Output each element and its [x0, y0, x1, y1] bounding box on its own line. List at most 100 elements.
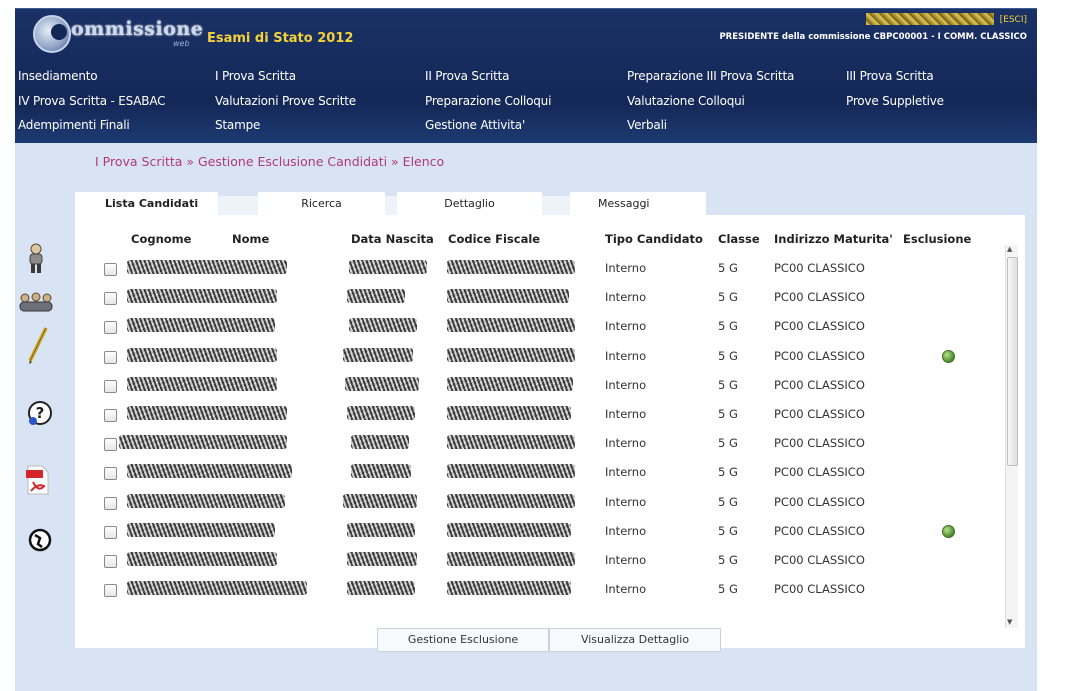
scrollbar-thumb[interactable] [1007, 257, 1018, 466]
cognome-redacted [127, 376, 277, 391]
col-header-indirizzo-maturita[interactable]: Indirizzo Maturita' [774, 232, 893, 246]
esclusione-check-icon [942, 349, 955, 363]
exam-title: Esami di Stato 2012 [207, 31, 354, 46]
cell-classe: 5 G [718, 465, 738, 480]
table-row[interactable]: Interno 5 G PC00 CLASSICO [75, 493, 1015, 522]
table-row[interactable]: Interno 5 G PC00 CLASSICO [75, 376, 1015, 405]
data-nascita-redacted [347, 289, 405, 304]
menu-adempimenti-finali[interactable]: Adempimenti Finali [18, 118, 130, 132]
col-header-classe[interactable]: Classe [718, 232, 760, 246]
visualizza-dettaglio-button[interactable]: Visualizza Dettaglio [549, 628, 721, 652]
cognome-redacted [119, 435, 287, 450]
app-logo[interactable]: ommissione web [33, 15, 203, 53]
cell-tipo-candidato: Interno [605, 582, 647, 597]
cognome-redacted [127, 406, 287, 420]
col-header-esclusione[interactable]: Esclusione [903, 232, 971, 246]
table-row[interactable]: Interno 5 G PC00 CLASSICO [75, 522, 1015, 551]
col-header-nome[interactable]: Nome [232, 232, 269, 246]
user-name-redacted [866, 13, 995, 25]
tab-lista-candidati[interactable]: Lista Candidati [75, 192, 218, 215]
app-window: ommissione web Esami di Stato 2012 [ESCI… [15, 8, 1037, 691]
pdf-icon[interactable] [25, 464, 51, 500]
cell-tipo-candidato: Interno [605, 465, 647, 480]
table-row[interactable]: Interno 5 G PC00 CLASSICO [75, 317, 1015, 346]
table-row[interactable]: Interno 5 G PC00 CLASSICO [75, 463, 1015, 492]
row-select-checkbox[interactable] [104, 438, 117, 452]
logo-mark [33, 15, 71, 53]
group-icon[interactable] [18, 292, 54, 316]
tab-messaggi[interactable]: Messaggi [570, 192, 706, 215]
codice-fiscale-redacted [447, 347, 575, 362]
data-nascita-redacted [343, 493, 417, 508]
menu-preparazione-colloqui[interactable]: Preparazione Colloqui [425, 94, 551, 108]
menu-valutazione-colloqui[interactable]: Valutazione Colloqui [627, 94, 745, 108]
globe-icon[interactable] [28, 528, 52, 556]
menu-verbali[interactable]: Verbali [627, 118, 667, 132]
row-select-checkbox[interactable] [104, 584, 117, 598]
tab-ricerca[interactable]: Ricerca [258, 192, 385, 215]
row-select-checkbox[interactable] [104, 321, 117, 335]
cell-classe: 5 G [718, 377, 738, 392]
breadcrumb[interactable]: I Prova Scritta » Gestione Esclusione Ca… [95, 154, 444, 169]
help-icon[interactable]: ? [27, 400, 53, 430]
row-select-checkbox[interactable] [104, 379, 117, 393]
cell-tipo-candidato: Interno [605, 553, 647, 567]
cell-indirizzo-maturita: PC00 CLASSICO [774, 582, 865, 597]
cognome-redacted [127, 493, 285, 508]
candidates-panel: Lista Candidati Ricerca Dettaglio Messag… [75, 188, 1025, 652]
menu-iv-prova-esabac[interactable]: IV Prova Scritta - ESABAC [18, 94, 166, 108]
col-header-cognome[interactable]: Cognome [131, 232, 191, 246]
cell-classe: 5 G [718, 319, 738, 334]
row-select-checkbox[interactable] [104, 555, 117, 568]
cell-tipo-candidato: Interno [605, 290, 647, 305]
pen-icon[interactable] [27, 326, 49, 368]
esclusione-check-icon [942, 524, 955, 538]
table-row[interactable]: Interno 5 G PC00 CLASSICO [75, 434, 1015, 463]
menu-ii-prova-scritta[interactable]: II Prova Scritta [425, 69, 509, 83]
codice-fiscale-redacted [447, 464, 575, 479]
row-select-checkbox[interactable] [104, 409, 117, 422]
cognome-redacted [127, 522, 275, 537]
tab-divider [542, 196, 570, 215]
codice-fiscale-redacted [447, 493, 575, 508]
scroll-down-arrow[interactable]: ▼ [1007, 618, 1012, 626]
row-select-checkbox[interactable] [104, 525, 117, 539]
cognome-redacted [127, 260, 287, 274]
tab-dettaglio[interactable]: Dettaglio [397, 192, 542, 215]
col-header-tipo-candidato[interactable]: Tipo Candidato [605, 232, 703, 246]
row-select-checkbox[interactable] [104, 496, 117, 510]
menu-iii-prova-scritta[interactable]: III Prova Scritta [846, 69, 934, 83]
table-row[interactable]: Interno 5 G PC00 CLASSICO [75, 580, 1015, 609]
table-row[interactable]: Interno 5 G PC00 CLASSICO [75, 347, 1015, 376]
cognome-redacted [127, 552, 277, 566]
cell-indirizzo-maturita: PC00 CLASSICO [774, 319, 865, 334]
row-select-checkbox[interactable] [104, 350, 117, 364]
table-scrollbar[interactable]: ▲ ▼ [1005, 245, 1018, 628]
cognome-redacted [127, 464, 292, 479]
table-row[interactable]: Interno 5 G PC00 CLASSICO [75, 288, 1015, 317]
menu-stampe[interactable]: Stampe [215, 118, 260, 132]
col-header-data-nascita[interactable]: Data Nascita [351, 232, 434, 246]
col-header-codice-fiscale[interactable]: Codice Fiscale [448, 232, 540, 246]
cell-indirizzo-maturita: PC00 CLASSICO [774, 465, 865, 480]
menu-prove-suppletive[interactable]: Prove Suppletive [846, 94, 944, 108]
menu-insediamento[interactable]: Insediamento [18, 69, 98, 83]
row-select-checkbox[interactable] [104, 467, 117, 481]
menu-preparazione-iii-prova[interactable]: Preparazione III Prova Scritta [627, 69, 794, 83]
table-row[interactable]: Interno 5 G PC00 CLASSICO [75, 551, 1015, 580]
cell-tipo-candidato: Interno [605, 377, 647, 392]
scroll-up-arrow[interactable]: ▲ [1007, 245, 1012, 253]
codice-fiscale-redacted [447, 260, 575, 274]
cell-classe: 5 G [718, 553, 738, 567]
row-select-checkbox[interactable] [104, 263, 117, 276]
menu-valutazioni-prove-scritte[interactable]: Valutazioni Prove Scritte [215, 94, 356, 108]
user-icon[interactable] [23, 242, 49, 278]
menu-gestione-attivita[interactable]: Gestione Attivita' [425, 118, 525, 132]
table-row[interactable]: Interno 5 G PC00 CLASSICO [75, 259, 1015, 288]
table-row[interactable]: Interno 5 G PC00 CLASSICO [75, 405, 1015, 434]
gestione-esclusione-button[interactable]: Gestione Esclusione [377, 628, 549, 652]
cell-classe: 5 G [718, 261, 738, 275]
row-select-checkbox[interactable] [104, 292, 117, 306]
logout-link[interactable]: [ESCI] [1000, 15, 1027, 25]
menu-i-prova-scritta[interactable]: I Prova Scritta [215, 69, 296, 83]
